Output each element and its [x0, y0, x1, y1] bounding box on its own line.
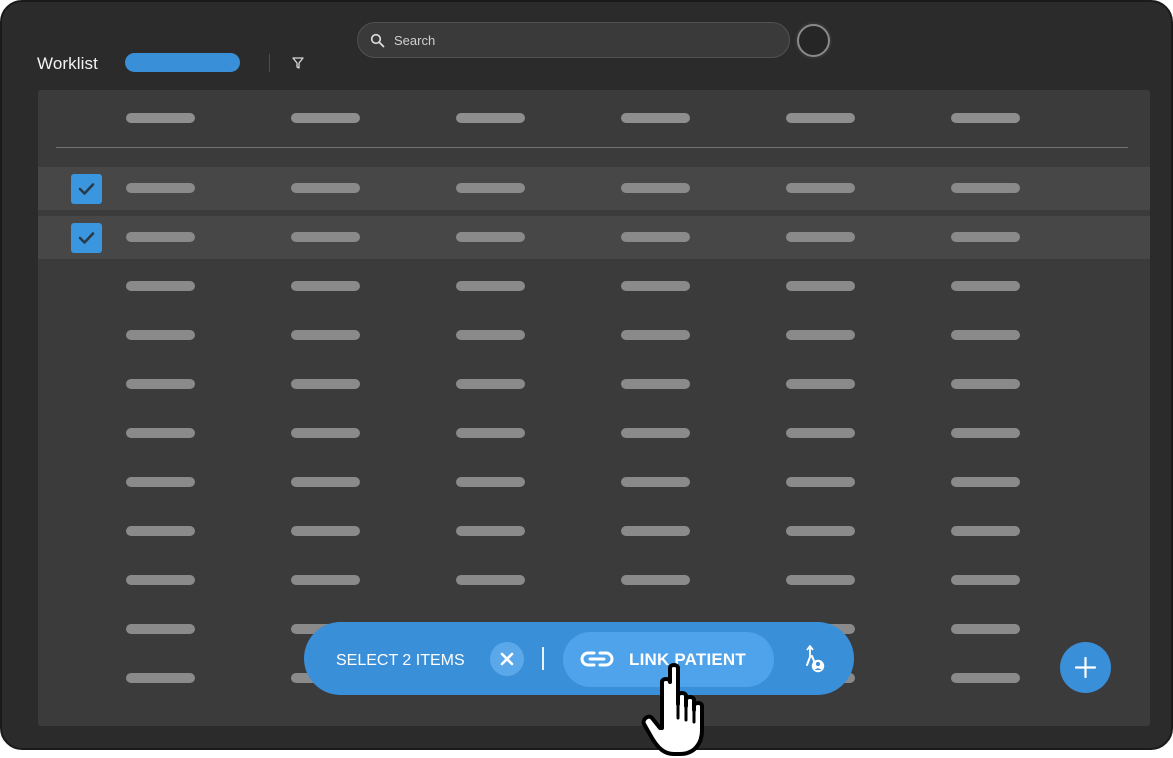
table-cell-placeholder [951, 673, 1020, 683]
table-cell-placeholder [786, 428, 855, 438]
table-row[interactable] [38, 216, 1150, 259]
table-cell-placeholder [621, 232, 690, 242]
table-cell-placeholder [456, 575, 525, 585]
app-window: Worklist SELECT 2 ITEMS [0, 0, 1173, 750]
search-input[interactable] [394, 29, 774, 51]
assign-patient-icon[interactable] [797, 644, 827, 674]
table-cell-placeholder [786, 281, 855, 291]
table-cell-placeholder [126, 330, 195, 340]
table-cell-placeholder [786, 477, 855, 487]
table-cell-placeholder [621, 330, 690, 340]
table-cell-placeholder [951, 624, 1020, 634]
table-cell-placeholder [126, 673, 195, 683]
table-cell-placeholder [126, 624, 195, 634]
table-cell-placeholder [291, 575, 360, 585]
table-cell-placeholder [126, 183, 195, 193]
table-cell-placeholder [291, 281, 360, 291]
table-cell-placeholder [291, 477, 360, 487]
hand-cursor-icon [641, 663, 704, 756]
table-row[interactable] [38, 510, 1150, 553]
header-divider [269, 54, 270, 72]
table-row[interactable] [38, 265, 1150, 308]
table-cell-placeholder [786, 526, 855, 536]
selection-count-label: SELECT 2 ITEMS [336, 652, 465, 669]
table-cell-placeholder [951, 183, 1020, 193]
table-cell-placeholder [126, 575, 195, 585]
table-cell-placeholder [621, 379, 690, 389]
table-cell-placeholder [291, 183, 360, 193]
table-cell-placeholder [291, 232, 360, 242]
table-cell-placeholder [951, 428, 1020, 438]
table-cell-placeholder [456, 281, 525, 291]
check-icon [78, 232, 95, 244]
table-cell-placeholder [951, 526, 1020, 536]
table-cell-placeholder [456, 379, 525, 389]
table-row[interactable] [38, 314, 1150, 357]
table-cell-placeholder [951, 575, 1020, 585]
column-header-placeholder[interactable] [291, 113, 360, 123]
table-row[interactable] [38, 559, 1150, 602]
column-header-placeholder[interactable] [786, 113, 855, 123]
table-cell-placeholder [456, 330, 525, 340]
table-cell-placeholder [951, 232, 1020, 242]
worklist-count-pill[interactable] [125, 53, 240, 72]
table-row[interactable] [38, 167, 1150, 210]
page-title: Worklist [37, 54, 98, 73]
clear-selection-button[interactable] [490, 642, 524, 676]
table-cell-placeholder [291, 526, 360, 536]
link-icon [580, 651, 614, 667]
table-cell-placeholder [786, 575, 855, 585]
table-cell-placeholder [126, 232, 195, 242]
table-cell-placeholder [786, 232, 855, 242]
table-cell-placeholder [951, 477, 1020, 487]
table-cell-placeholder [291, 330, 360, 340]
column-header-placeholder[interactable] [621, 113, 690, 123]
table-cell-placeholder [786, 379, 855, 389]
avatar[interactable] [797, 24, 830, 57]
table-cell-placeholder [621, 477, 690, 487]
table-cell-placeholder [786, 330, 855, 340]
search-icon [370, 33, 385, 48]
table-cell-placeholder [621, 526, 690, 536]
table-row[interactable] [38, 412, 1150, 455]
table-cell-placeholder [126, 428, 195, 438]
table-cell-placeholder [126, 477, 195, 487]
search-bar[interactable] [357, 22, 790, 58]
plus-icon [1075, 657, 1096, 678]
table-cell-placeholder [126, 281, 195, 291]
table-cell-placeholder [786, 183, 855, 193]
table-cell-placeholder [621, 183, 690, 193]
table-cell-placeholder [291, 379, 360, 389]
filter-icon[interactable] [291, 56, 305, 70]
table-cell-placeholder [456, 477, 525, 487]
table-cell-placeholder [291, 428, 360, 438]
selection-action-bar: SELECT 2 ITEMS LINK PATIENT [304, 622, 854, 695]
table-cell-placeholder [621, 428, 690, 438]
table-cell-placeholder [456, 232, 525, 242]
table-cell-placeholder [456, 526, 525, 536]
table-cell-placeholder [951, 379, 1020, 389]
table-cell-placeholder [621, 281, 690, 291]
column-header-placeholder[interactable] [951, 113, 1020, 123]
table-cell-placeholder [456, 183, 525, 193]
close-icon [500, 652, 514, 666]
column-header-placeholder[interactable] [126, 113, 195, 123]
table-cell-placeholder [126, 526, 195, 536]
add-button[interactable] [1060, 642, 1111, 693]
row-checkbox[interactable] [71, 174, 102, 204]
check-icon [78, 183, 95, 195]
table-row[interactable] [38, 363, 1150, 406]
table-cell-placeholder [621, 575, 690, 585]
table-cell-placeholder [951, 281, 1020, 291]
table-row[interactable] [38, 461, 1150, 504]
table-cell-placeholder [951, 330, 1020, 340]
table-header [38, 90, 1150, 148]
column-header-placeholder[interactable] [456, 113, 525, 123]
table-cell-placeholder [456, 428, 525, 438]
table-cell-placeholder [126, 379, 195, 389]
table-header-divider [56, 147, 1128, 148]
row-checkbox[interactable] [71, 223, 102, 253]
action-bar-divider [542, 647, 544, 670]
